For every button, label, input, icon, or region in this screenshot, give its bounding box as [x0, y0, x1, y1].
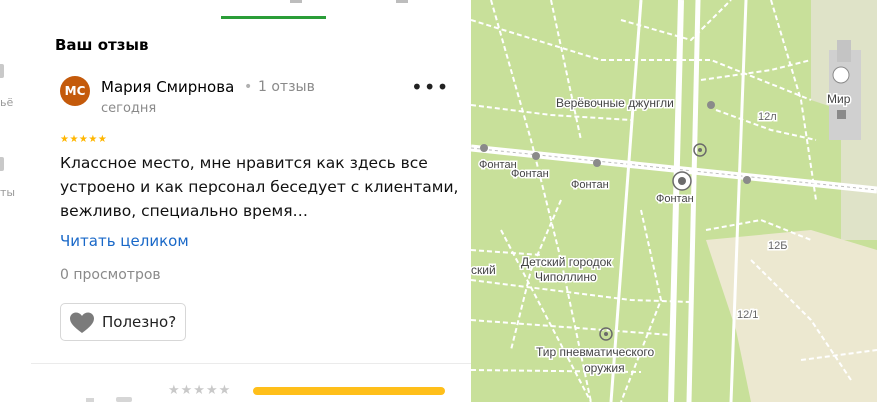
separator: • [244, 79, 253, 95]
section-heading: Ваш отзыв [55, 36, 149, 54]
more-options-icon[interactable]: ••• [411, 77, 448, 104]
map-label: Фонтан [571, 179, 609, 191]
rating-stars-empty[interactable]: ★★★★★ [168, 383, 231, 398]
map-label: Фонтан [511, 168, 549, 180]
tab-active-indicator[interactable] [221, 16, 326, 19]
map-label: ский [471, 263, 496, 277]
map-label: оружия [584, 361, 625, 375]
map-label: Фонтан [656, 193, 694, 205]
sidebar-item-label[interactable]: ьё [0, 96, 13, 109]
avatar-placeholder-icon [86, 397, 132, 402]
map-label: Мир [827, 92, 851, 106]
rating-bar [253, 387, 445, 395]
read-more-link[interactable]: Читать целиком [60, 232, 189, 250]
map-label: Детский городок [521, 255, 612, 269]
rating-stars: ★★★★★ [60, 134, 108, 145]
map-label: 12/1 [737, 309, 758, 321]
views-count: 0 просмотров [60, 267, 161, 283]
tab-icon[interactable] [290, 0, 302, 3]
author-name[interactable]: Мария Смирнова [101, 78, 234, 96]
sidebar-item-label[interactable]: ты [0, 186, 15, 199]
map-label: 12Б [768, 240, 787, 252]
review-panel: Ваш отзыв МС Мария Смирнова • 1 отзыв се… [31, 0, 471, 402]
tab-icon[interactable] [396, 0, 408, 3]
map[interactable]: Мир Верёвочные джунгли 12л Фонтан Фонтан… [471, 0, 877, 402]
heart-icon [70, 312, 94, 333]
review-text: Классное место, мне нравится как здесь в… [60, 154, 459, 220]
left-sidebar: ьё ты [0, 0, 32, 402]
divider [31, 363, 471, 364]
map-label: Чиполлино [535, 270, 597, 284]
tab-bar [31, 0, 471, 20]
useful-button[interactable]: Полезно? [60, 303, 186, 341]
sidebar-item-icon[interactable] [0, 64, 4, 78]
useful-label: Полезно? [102, 313, 177, 331]
avatar[interactable]: МС [60, 76, 90, 106]
map-label: Тир пневматического [536, 345, 655, 359]
map-label: 12л [758, 111, 777, 123]
map-label: Верёвочные джунгли [556, 96, 674, 110]
author-review-count: 1 отзыв [258, 79, 315, 95]
sidebar-item-icon[interactable] [0, 157, 4, 171]
review-date: сегодня [101, 101, 157, 116]
